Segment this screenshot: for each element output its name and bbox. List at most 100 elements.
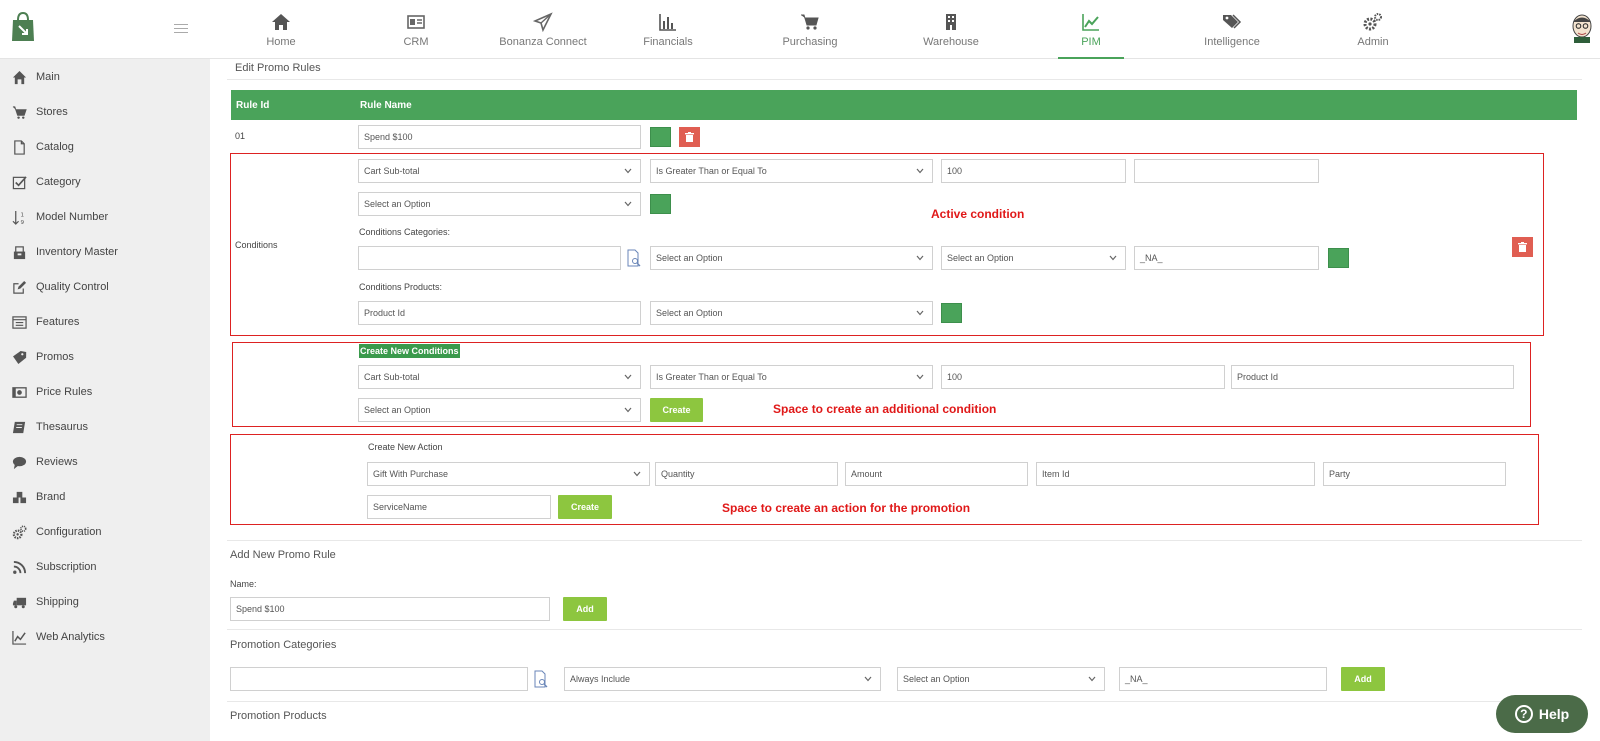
chevron-down-icon [624, 374, 632, 380]
new-rule-name-input[interactable]: Spend $100 [230, 597, 550, 621]
sidebar-item-main[interactable]: Main [0, 67, 210, 87]
action-item-id-input[interactable]: Item Id [1036, 462, 1315, 486]
sidebar-item-subscription[interactable]: Subscription [0, 557, 210, 577]
delete-rule-button[interactable] [679, 127, 700, 147]
file-search-icon[interactable] [626, 249, 642, 267]
name-label: Name: [230, 579, 257, 589]
add-promo-category-button[interactable]: Add [1341, 667, 1385, 691]
category-option-select-1[interactable]: Select an Option [650, 246, 933, 270]
nav-admin[interactable]: Admin [1318, 12, 1428, 48]
action-quantity-input[interactable]: Quantity [655, 462, 838, 486]
condition-operator-select[interactable]: Is Greater Than or Equal To [650, 159, 933, 183]
home-icon [226, 12, 336, 34]
sidebar-item-inventory-master[interactable]: Inventory Master [0, 242, 210, 262]
save-rule-button[interactable] [650, 127, 671, 147]
delete-condition-button[interactable] [1512, 237, 1533, 257]
condition-option-select[interactable]: Select an Option [358, 192, 641, 216]
new-condition-option-select[interactable]: Select an Option [358, 398, 641, 422]
create-condition-button[interactable]: Create [650, 398, 703, 422]
nav-home[interactable]: Home [226, 12, 336, 48]
category-value-input[interactable]: _NA_ [1134, 246, 1319, 270]
line-chart-icon [10, 629, 28, 645]
nav-admin-label: Admin [1357, 36, 1389, 48]
sidebar-item-features[interactable]: Features [0, 312, 210, 332]
nav-crm[interactable]: CRM [361, 12, 471, 48]
edit-promo-rules-title: Edit Promo Rules [235, 62, 321, 74]
sidebar-item-price-rules[interactable]: Price Rules [0, 382, 210, 402]
select-value: Always Include [570, 674, 631, 684]
trash-icon [1518, 242, 1527, 252]
add-product-button[interactable] [941, 303, 962, 323]
condition-value-input[interactable]: 100 [941, 159, 1126, 183]
promo-option-select[interactable]: Select an Option [897, 667, 1105, 691]
condition-field-select[interactable]: Cart Sub-total [358, 159, 641, 183]
action-type-select[interactable]: Gift With Purchase [367, 462, 650, 486]
sidebar-item-configuration[interactable]: Configuration [0, 522, 210, 542]
create-action-button[interactable]: Create [558, 495, 612, 519]
category-option-select-2[interactable]: Select an Option [941, 246, 1126, 270]
sidebar-item-label: Web Analytics [36, 631, 105, 643]
bag-logo-icon[interactable] [10, 12, 36, 42]
sidebar-item-brand[interactable]: Brand [0, 487, 210, 507]
nav-home-label: Home [266, 36, 296, 48]
sidebar-item-quality-control[interactable]: Quality Control [0, 277, 210, 297]
rule-id-value: 01 [235, 131, 246, 141]
rule-name-input[interactable]: Spend $100 [358, 125, 641, 149]
checkbox-icon [10, 174, 28, 190]
sidebar-item-label: Thesaurus [36, 421, 88, 433]
conditions-products-label: Conditions Products: [359, 282, 443, 292]
sidebar-item-promos[interactable]: Promos [0, 347, 210, 367]
help-button[interactable]: ? Help [1496, 695, 1588, 733]
add-rule-button[interactable]: Add [563, 597, 607, 621]
sidebar-item-reviews[interactable]: Reviews [0, 452, 210, 472]
action-party-input[interactable]: Party [1323, 462, 1506, 486]
nav-warehouse[interactable]: Warehouse [896, 12, 1006, 48]
nav-purchasing[interactable]: Purchasing [755, 12, 865, 48]
sidebar-item-label: Model Number [36, 211, 109, 223]
promotion-products-title: Promotion Products [230, 710, 327, 722]
product-option-select[interactable]: Select an Option [650, 301, 933, 325]
select-value: Is Greater Than or Equal To [656, 166, 767, 176]
new-condition-value-input[interactable]: 100 [941, 365, 1225, 389]
sidebar-item-stores[interactable]: Stores [0, 102, 210, 122]
new-condition-field-select[interactable]: Cart Sub-total [358, 365, 641, 389]
nav-financials[interactable]: Financials [613, 12, 723, 48]
divider [227, 79, 1582, 80]
sidebar-item-thesaurus[interactable]: Thesaurus [0, 417, 210, 437]
sidebar-item-label: Quality Control [36, 281, 109, 293]
nav-intelligence[interactable]: Intelligence [1177, 12, 1287, 48]
nav-bonanza-label: Bonanza Connect [499, 36, 587, 48]
promo-category-value-input[interactable]: _NA_ [1119, 667, 1327, 691]
sidebar-item-label: Inventory Master [36, 246, 118, 258]
product-id-input[interactable]: Product Id [358, 301, 641, 325]
sidebar-item-category[interactable]: Category [0, 172, 210, 192]
user-avatar-icon[interactable] [1570, 13, 1594, 43]
new-condition-product-id-input[interactable]: Product Id [1231, 365, 1514, 389]
sidebar-item-web-analytics[interactable]: Web Analytics [0, 627, 210, 647]
chevron-down-icon [624, 407, 632, 413]
sidebar-item-model-number[interactable]: 19 Model Number [0, 207, 210, 227]
sidebar-item-label: Brand [36, 491, 66, 503]
chevron-down-icon [916, 310, 924, 316]
chevron-down-icon [916, 255, 924, 261]
file-search-icon[interactable] [533, 670, 549, 688]
action-service-name-input[interactable]: ServiceName [367, 495, 551, 519]
new-condition-operator-select[interactable]: Is Greater Than or Equal To [650, 365, 933, 389]
menu-toggle-icon[interactable] [174, 24, 188, 34]
sidebar-item-catalog[interactable]: Catalog [0, 137, 210, 157]
action-amount-input[interactable]: Amount [845, 462, 1028, 486]
inventory-icon [10, 244, 28, 260]
add-condition-option-button[interactable] [650, 194, 671, 214]
condition-extra-input[interactable] [1134, 159, 1319, 183]
nav-bonanza-connect[interactable]: Bonanza Connect [488, 12, 598, 48]
category-search-input[interactable] [358, 246, 621, 270]
select-value: Select an Option [364, 199, 431, 209]
annotation-action: Space to create an action for the promot… [722, 501, 971, 515]
promo-include-select[interactable]: Always Include [564, 667, 881, 691]
promo-category-search-input[interactable] [230, 667, 528, 691]
nav-pim-label: PIM [1081, 36, 1101, 48]
add-category-button[interactable] [1328, 248, 1349, 268]
sidebar-item-label: Price Rules [36, 386, 93, 398]
sidebar-item-shipping[interactable]: Shipping [0, 592, 210, 612]
nav-pim[interactable]: PIM [1036, 12, 1146, 59]
